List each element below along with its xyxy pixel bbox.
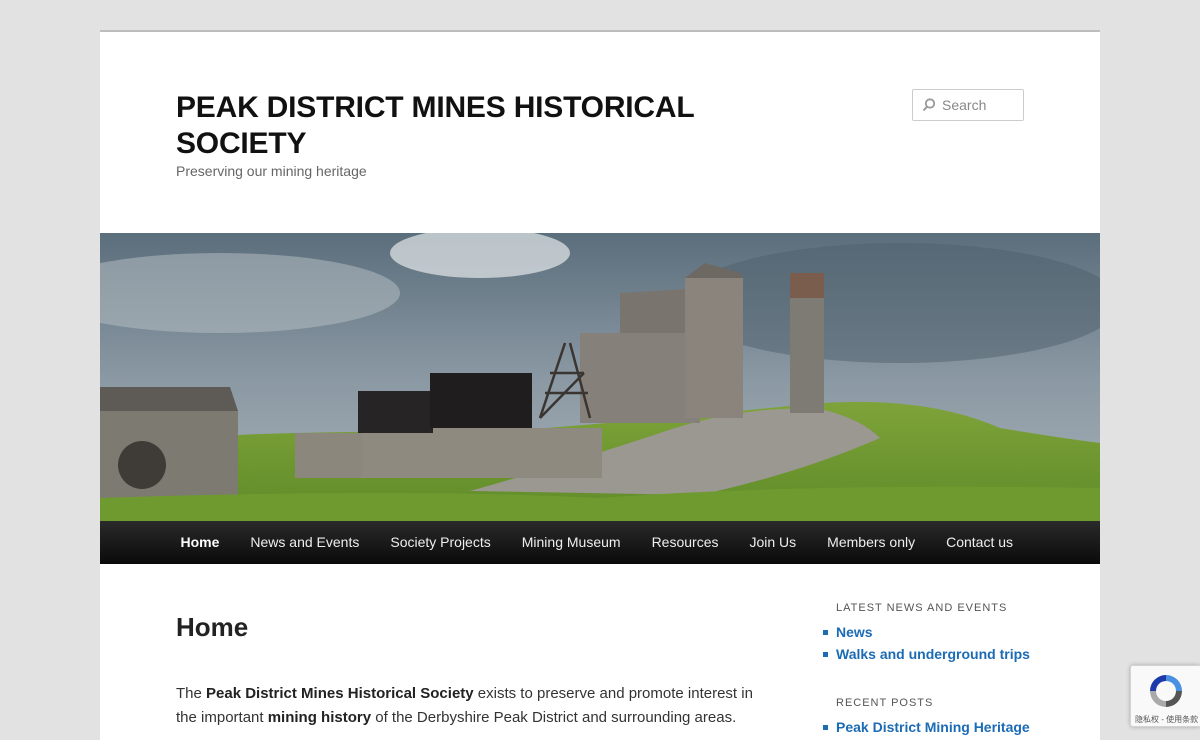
header-banner-image <box>100 233 1100 521</box>
intro-mining-history: mining history <box>267 709 372 726</box>
latest-news-list: News Walks and underground trips <box>823 621 1030 665</box>
sidebar-link-news[interactable]: News <box>823 621 1030 643</box>
search-icon <box>922 98 936 112</box>
nav-item-home[interactable]: Home <box>165 521 235 564</box>
widget-title-recent-posts: RECENT POSTS <box>836 697 934 709</box>
intro-text-1: The <box>176 685 207 702</box>
sidebar-link-recent-post[interactable]: Peak District Mining Heritage <box>823 716 1030 738</box>
nav-item-contact-us[interactable]: Contact us <box>931 521 1029 564</box>
intro-paragraph: The Peak District Mines Historical Socie… <box>176 682 776 730</box>
widget-title-latest-news: LATEST NEWS AND EVENTS <box>836 602 1008 614</box>
nav-item-join-us[interactable]: Join Us <box>734 521 812 564</box>
nav-item-society-projects[interactable]: Society Projects <box>375 521 506 564</box>
nav-item-news-and-events[interactable]: News and Events <box>235 521 375 564</box>
main-navigation: Home News and Events Society Projects Mi… <box>100 521 1100 564</box>
nav-item-members-only[interactable]: Members only <box>812 521 931 564</box>
recaptcha-footer-text[interactable]: 隐私权 - 使用条款 <box>1135 714 1198 725</box>
nav-item-mining-museum[interactable]: Mining Museum <box>506 521 636 564</box>
intro-society-name: Peak District Mines Historical Society <box>206 685 474 702</box>
site-tagline: Preserving our mining heritage <box>176 163 367 179</box>
sidebar-link-walks[interactable]: Walks and underground trips <box>823 643 1030 665</box>
page-title: Home <box>176 612 249 642</box>
site-title[interactable]: PEAK DISTRICT MINES HISTORICAL SOCIETY <box>176 90 776 162</box>
page-container: PEAK DISTRICT MINES HISTORICAL SOCIETY P… <box>100 30 1100 740</box>
search-input[interactable] <box>942 97 1022 113</box>
search-box[interactable] <box>912 89 1024 121</box>
intro-text-3: of the Derbyshire Peak District and surr… <box>371 709 737 726</box>
recaptcha-badge[interactable]: 隐私权 - 使用条款 <box>1130 665 1200 727</box>
recaptcha-icon <box>1150 675 1182 707</box>
recent-posts-list: Peak District Mining Heritage <box>823 716 1030 738</box>
nav-item-resources[interactable]: Resources <box>636 521 734 564</box>
